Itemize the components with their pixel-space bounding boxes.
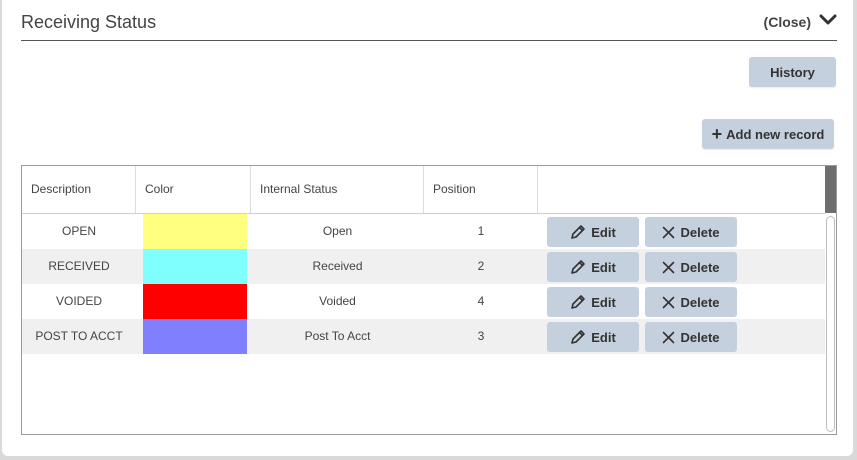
cell-description: POST TO ACCT (35, 329, 123, 343)
column-header-position[interactable]: Position (424, 166, 538, 213)
edit-button[interactable]: Edit (547, 287, 639, 317)
edit-button-label: Edit (591, 294, 616, 310)
cell-description: RECEIVED (48, 259, 110, 273)
panel-header: Receiving Status (Close) (21, 0, 837, 41)
add-new-record-button[interactable]: + Add new record (702, 119, 834, 149)
color-swatch (143, 214, 247, 249)
scrollbar-thumb[interactable] (826, 216, 835, 432)
pencil-icon (570, 259, 591, 275)
vertical-scrollbar[interactable] (825, 166, 836, 434)
cell-internal-status: Received (312, 259, 363, 273)
delete-button-label: Delete (680, 259, 720, 275)
table-row[interactable]: RECEIVED Received 2 Edit Delete (22, 249, 825, 284)
cell-position: 2 (477, 259, 485, 273)
pencil-icon (570, 329, 591, 345)
edit-button[interactable]: Edit (547, 252, 639, 282)
close-icon (662, 296, 680, 309)
column-header-actions (538, 166, 825, 213)
cell-position: 4 (477, 294, 485, 308)
table-header: Description Color Internal Status Positi… (22, 166, 825, 214)
cell-position: 3 (477, 329, 485, 343)
column-header-internal-status[interactable]: Internal Status (251, 166, 424, 213)
cell-internal-status: Post To Acct (304, 329, 371, 343)
chevron-down-icon (819, 13, 837, 31)
cell-position: 1 (477, 224, 485, 238)
edit-button-label: Edit (591, 259, 616, 275)
edit-button[interactable]: Edit (547, 322, 639, 352)
close-icon (662, 261, 680, 274)
delete-button[interactable]: Delete (645, 252, 737, 282)
add-new-record-label: Add new record (726, 126, 825, 142)
history-button[interactable]: History (749, 57, 836, 87)
table-row[interactable]: VOIDED Voided 4 Edit Delete (22, 284, 825, 319)
color-swatch (143, 249, 247, 284)
color-swatch (143, 284, 247, 319)
records-table: Description Color Internal Status Positi… (21, 165, 837, 435)
edit-button-label: Edit (591, 224, 616, 240)
delete-button-label: Delete (680, 294, 720, 310)
edit-button[interactable]: Edit (547, 217, 639, 247)
delete-button[interactable]: Delete (645, 217, 737, 247)
table-row[interactable]: POST TO ACCT Post To Acct 3 Edit Delete (22, 319, 825, 354)
edit-button-label: Edit (591, 329, 616, 345)
cell-internal-status: Open (322, 224, 353, 238)
panel-title: Receiving Status (21, 12, 157, 32)
column-header-description[interactable]: Description (22, 166, 136, 213)
receiving-status-panel: Receiving Status (Close) History + Add n… (2, 0, 853, 456)
close-icon (662, 331, 680, 344)
plus-icon: + (711, 124, 723, 144)
table-row[interactable]: OPEN Open 1 Edit Delete (22, 214, 825, 249)
pencil-icon (570, 294, 591, 310)
close-label: (Close) (763, 14, 811, 30)
column-header-color[interactable]: Color (136, 166, 251, 213)
delete-button-label: Delete (680, 224, 720, 240)
pencil-icon (570, 224, 591, 240)
history-button-label: History (770, 64, 815, 80)
color-swatch (143, 319, 247, 354)
delete-button[interactable]: Delete (645, 322, 737, 352)
cell-description: VOIDED (55, 294, 102, 308)
close-icon (662, 226, 680, 239)
delete-button-label: Delete (680, 329, 720, 345)
cell-description: OPEN (61, 224, 96, 238)
delete-button[interactable]: Delete (645, 287, 737, 317)
scrollbar-header (825, 166, 836, 213)
close-toggle[interactable]: (Close) (764, 13, 837, 31)
cell-internal-status: Voided (319, 294, 356, 308)
